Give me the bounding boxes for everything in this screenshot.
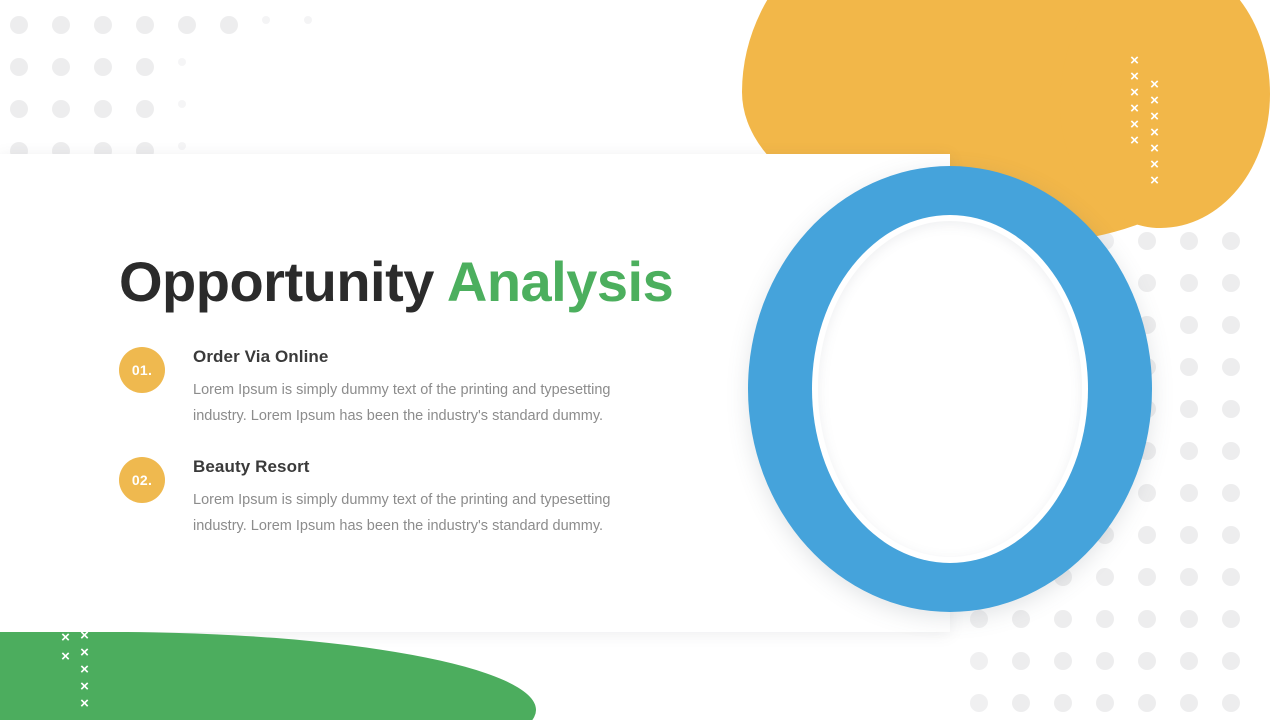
feature-title: Order Via Online <box>193 347 329 366</box>
feature-number-badge: 01. <box>119 347 165 393</box>
decorative-dot <box>94 16 112 34</box>
decorative-dot <box>1222 274 1240 292</box>
cross-mark-icon: × <box>80 695 89 712</box>
cross-mark-icon: × <box>80 627 89 644</box>
cross-mark-icon: × <box>1130 84 1139 101</box>
decorative-dot <box>970 694 988 712</box>
decorative-dot <box>1222 694 1240 712</box>
cross-mark-icon: × <box>1150 108 1159 125</box>
decorative-dot <box>52 58 70 76</box>
decorative-dot <box>10 16 28 34</box>
decorative-dot <box>1222 442 1240 460</box>
decorative-dot <box>52 16 70 34</box>
decorative-dot <box>1012 610 1030 628</box>
decorative-dot <box>1054 652 1072 670</box>
page-title: Opportunity Analysis <box>119 249 674 314</box>
decorative-dot <box>1096 652 1114 670</box>
decorative-dot <box>1180 694 1198 712</box>
title-main-text: Opportunity <box>119 250 434 313</box>
decorative-dot <box>1180 442 1198 460</box>
decorative-dot <box>94 58 112 76</box>
decorative-dot <box>1138 652 1156 670</box>
decorative-dot <box>1096 610 1114 628</box>
decorative-dot <box>1180 232 1198 250</box>
decorative-dot <box>1138 694 1156 712</box>
decorative-dot <box>94 100 112 118</box>
decorative-dot <box>1222 484 1240 502</box>
cross-mark-icon: × <box>80 678 89 695</box>
decorative-dot <box>1180 400 1198 418</box>
feature-title: Beauty Resort <box>193 457 310 476</box>
decorative-dot <box>1180 568 1198 586</box>
decorative-dot <box>1222 652 1240 670</box>
cross-mark-icon: × <box>1150 76 1159 93</box>
title-accent-text: Analysis <box>446 250 674 313</box>
decorative-dot <box>304 16 313 25</box>
cross-mark-icon: × <box>61 648 70 665</box>
cross-mark-icon: × <box>1150 140 1159 157</box>
feature-body: Order Via Online Lorem Ipsum is simply d… <box>193 347 679 429</box>
decorative-dot <box>1222 400 1240 418</box>
blue-ring-graphic <box>748 166 1152 612</box>
decorative-dot <box>1222 232 1240 250</box>
decorative-dot <box>1012 652 1030 670</box>
feature-body: Beauty Resort Lorem Ipsum is simply dumm… <box>193 457 679 539</box>
cross-mark-icon: × <box>1130 100 1139 117</box>
decorative-dot <box>970 652 988 670</box>
decorative-dot <box>52 100 70 118</box>
blue-ring-inner-hole <box>818 221 1082 557</box>
decorative-dot <box>220 16 238 34</box>
decorative-dot <box>1180 358 1198 376</box>
decorative-dot <box>1012 694 1030 712</box>
decorative-dot <box>970 610 988 628</box>
cross-mark-icon: × <box>1150 124 1159 141</box>
decorative-dot <box>1096 694 1114 712</box>
feature-item: 02. Beauty Resort Lorem Ipsum is simply … <box>119 457 679 539</box>
decorative-dot <box>1180 610 1198 628</box>
decorative-dot <box>1222 568 1240 586</box>
decorative-dot <box>178 58 187 67</box>
feature-description: Lorem Ipsum is simply dummy text of the … <box>193 492 611 534</box>
decorative-dot <box>1222 316 1240 334</box>
decorative-dot <box>1054 610 1072 628</box>
decorative-dot <box>178 100 187 109</box>
cross-mark-icon: × <box>1130 116 1139 133</box>
cross-mark-icon: × <box>80 661 89 678</box>
cross-mark-icon: × <box>1130 68 1139 85</box>
decorative-dot <box>1054 694 1072 712</box>
decorative-dot <box>136 16 154 34</box>
feature-number-badge: 02. <box>119 457 165 503</box>
decorative-dot <box>136 58 154 76</box>
feature-item: 01. Order Via Online Lorem Ipsum is simp… <box>119 347 679 429</box>
decorative-dot <box>1180 652 1198 670</box>
decorative-dot <box>1222 358 1240 376</box>
cross-mark-icon: × <box>80 644 89 661</box>
decorative-dot <box>262 16 271 25</box>
cross-mark-icon: × <box>61 629 70 646</box>
decorative-dot <box>10 100 28 118</box>
decorative-dot <box>136 100 154 118</box>
decorative-dot <box>1180 274 1198 292</box>
cross-mark-icon: × <box>1150 92 1159 109</box>
decorative-dot <box>1138 610 1156 628</box>
cross-mark-icon: × <box>1130 132 1139 149</box>
decorative-dot <box>1222 526 1240 544</box>
feature-description: Lorem Ipsum is simply dummy text of the … <box>193 382 611 424</box>
decorative-dot <box>178 16 196 34</box>
decorative-dot <box>1222 610 1240 628</box>
cross-mark-icon: × <box>1130 52 1139 69</box>
decorative-dot <box>1180 484 1198 502</box>
decorative-dot <box>178 142 187 151</box>
slide-canvas: × × × × × × × × × × × × × × × × × × × × Opportunity Analys… <box>0 0 1280 720</box>
decorative-dot <box>1180 316 1198 334</box>
decorative-dot <box>1180 526 1198 544</box>
decorative-dot <box>10 58 28 76</box>
